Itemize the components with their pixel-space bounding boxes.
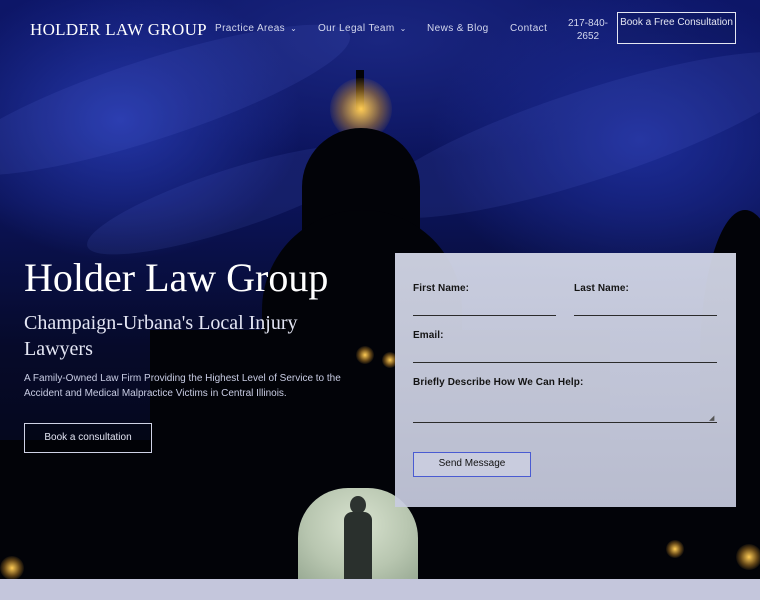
last-name-label: Last Name: [574, 283, 629, 294]
site-logo[interactable]: HOLDER LAW GROUP [30, 20, 207, 40]
email-field[interactable] [413, 344, 717, 362]
contact-form: First Name: Last Name: Email: Briefly De… [395, 253, 736, 507]
resize-grip-icon[interactable]: ◢ [709, 414, 714, 422]
nav-contact[interactable]: Contact [510, 23, 547, 34]
street-light [0, 556, 24, 579]
street-light [666, 540, 684, 558]
top-nav: HOLDER LAW GROUP Practice Areas ⌄ Our Leg… [0, 0, 760, 58]
statue-body [344, 512, 372, 579]
message-label: Briefly Describe How We Can Help: [413, 377, 584, 388]
last-name-underline [574, 315, 717, 316]
chevron-down-icon: ⌄ [290, 24, 298, 33]
street-light [736, 544, 760, 570]
first-name-field[interactable] [413, 297, 556, 315]
hero-title: Holder Law Group [24, 255, 329, 300]
book-free-consultation-button[interactable]: Book a Free Consultation [617, 12, 736, 44]
email-underline [413, 362, 717, 363]
first-name-underline [413, 315, 556, 316]
hero-description: A Family-Owned Law Firm Providing the Hi… [24, 373, 341, 399]
last-name-field[interactable] [574, 297, 717, 315]
nav-item-label: Contact [510, 23, 548, 34]
first-name-label: First Name: [413, 283, 470, 294]
email-label: Email: [413, 330, 444, 341]
hero-subtitle: Champaign-Urbana's Local Injury Lawyers [24, 312, 298, 360]
nav-practice-areas[interactable]: Practice Areas ⌄ [215, 23, 297, 34]
footer-strip [0, 579, 760, 600]
nav-our-legal-team[interactable]: Our Legal Team ⌄ [318, 23, 407, 34]
nav-item-label: News & Blog [427, 23, 489, 34]
chevron-down-icon: ⌄ [399, 24, 407, 33]
book-consultation-button[interactable]: Book a consultation [24, 423, 152, 453]
nav-item-label: Practice Areas [215, 23, 286, 34]
nav-item-label: Our Legal Team [318, 23, 395, 34]
nav-news-blog[interactable]: News & Blog [427, 23, 489, 34]
message-textarea[interactable] [413, 391, 717, 421]
phone-link[interactable]: 217-840-2652 [565, 17, 611, 43]
message-underline [413, 422, 717, 423]
send-message-button[interactable]: Send Message [413, 452, 531, 477]
